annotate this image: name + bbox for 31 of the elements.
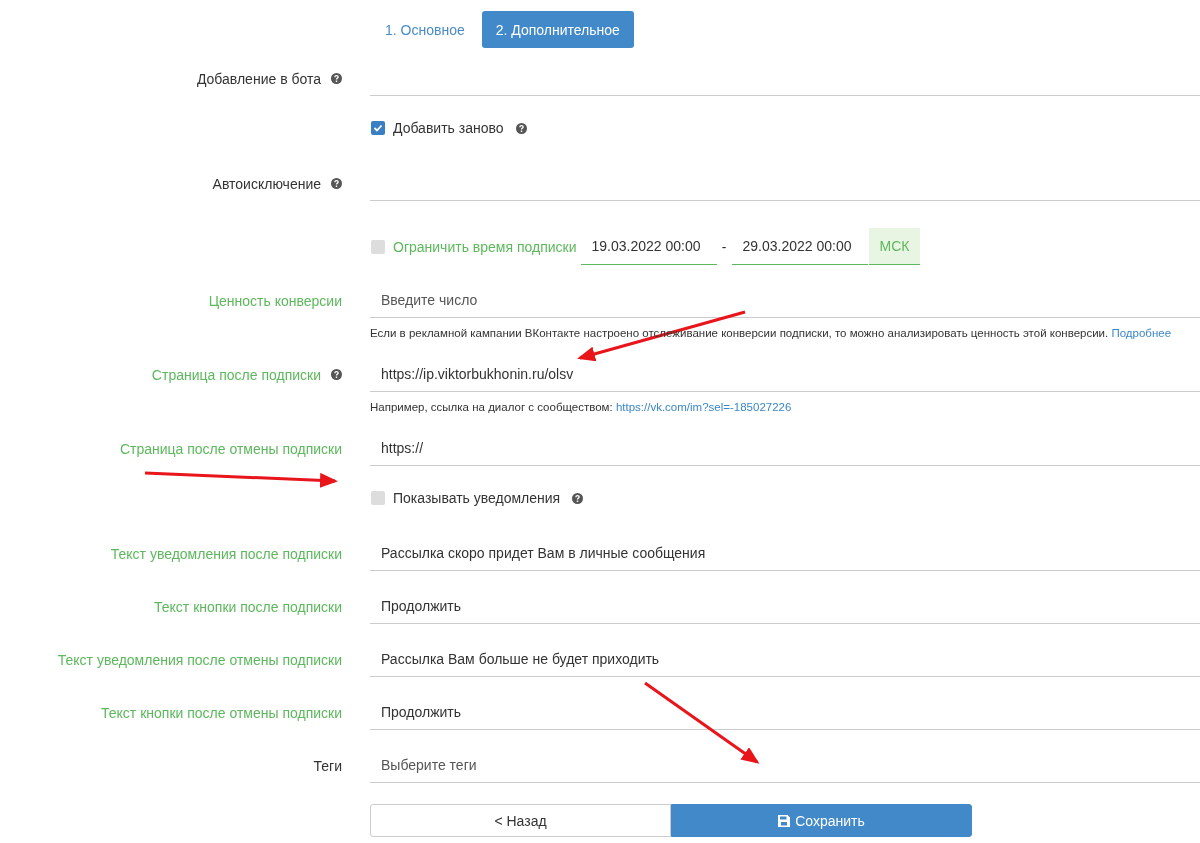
checkbox[interactable] — [371, 239, 385, 254]
hint-link[interactable]: https://vk.com/im?sel=-185027226 — [615, 401, 792, 413]
help-icon[interactable] — [331, 73, 342, 84]
checkbox[interactable] — [371, 121, 385, 135]
field-label: Текст кнопки после подписки — [154, 598, 342, 615]
tab[interactable]: 2. Дополнительное — [481, 11, 634, 48]
field-label: Текст уведомления после отмены подписки — [57, 651, 342, 668]
field-label: Текст кнопки после отмены подписки — [101, 704, 342, 721]
timezone-addon: МСК — [868, 228, 921, 265]
checkbox-label: Ограничить время подписки — [393, 238, 577, 255]
hint-link[interactable]: Подробнее — [1111, 327, 1172, 339]
field-label: Страница после подписки — [151, 366, 321, 383]
hint-text: Например, ссылка на диалог с сообществом: https://vk.com/im?sel=-185027226 — [370, 401, 793, 413]
field-label: Текст уведомления после подписки — [110, 545, 342, 562]
field-label: Теги — [313, 757, 342, 774]
checkbox-label: Показывать уведомления — [393, 490, 561, 506]
back-button[interactable]: < Назад — [370, 804, 671, 837]
tab[interactable]: 1. Основное — [370, 11, 474, 48]
checkbox-label: Добавить заново — [393, 120, 504, 136]
range-separator: - — [720, 238, 728, 255]
field-label: Добавление в бота — [196, 70, 321, 87]
field-label: Автоисключение — [212, 175, 321, 192]
save-button[interactable]: Сохранить — [671, 804, 972, 837]
field-label: Ценность конверсии — [208, 292, 342, 309]
checkbox[interactable] — [371, 491, 385, 505]
help-icon[interactable] — [572, 492, 584, 504]
checkmark-icon — [373, 123, 383, 133]
field-label: Страница после отмены подписки — [119, 440, 342, 457]
help-icon[interactable] — [331, 178, 342, 189]
help-icon[interactable] — [331, 369, 342, 380]
help-icon[interactable] — [515, 122, 527, 134]
